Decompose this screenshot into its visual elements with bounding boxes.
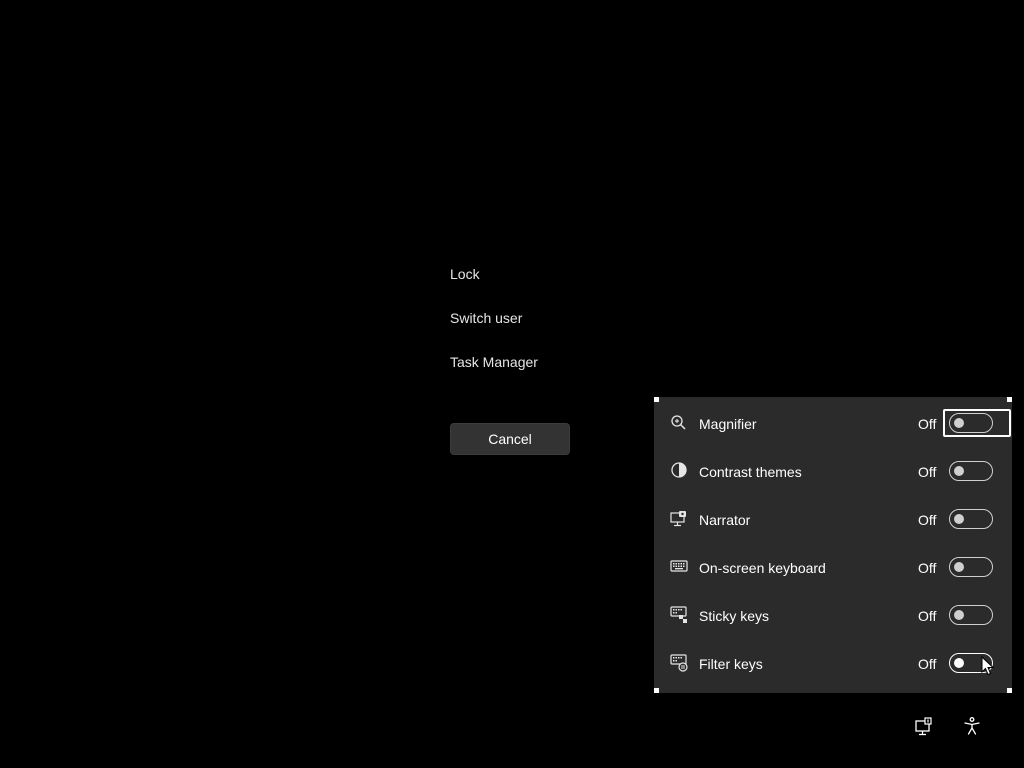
filter-keys-icon xyxy=(670,654,688,672)
accessibility-flyout: Magnifier Off Contrast themes Off Narrat… xyxy=(654,397,1012,693)
flyout-corner xyxy=(1007,688,1012,693)
filter-keys-row[interactable]: Filter keys Off xyxy=(654,638,1012,686)
magnifier-row[interactable]: Magnifier Off xyxy=(654,398,1012,446)
narrator-icon xyxy=(670,510,688,528)
accessibility-icon[interactable] xyxy=(962,716,982,736)
magnifier-label: Magnifier xyxy=(699,416,757,432)
on-screen-keyboard-row[interactable]: On-screen keyboard Off xyxy=(654,542,1012,590)
flyout-corner xyxy=(654,688,659,693)
lock-option[interactable]: Lock xyxy=(450,265,480,283)
contrast-themes-state: Off xyxy=(918,464,937,480)
sticky-keys-row[interactable]: Sticky keys Off xyxy=(654,590,1012,638)
toggle-knob xyxy=(954,417,964,428)
cancel-button[interactable]: Cancel xyxy=(450,423,570,455)
contrast-icon xyxy=(670,462,688,480)
toggle-knob xyxy=(954,561,964,572)
filter-keys-state: Off xyxy=(918,656,937,672)
narrator-toggle[interactable] xyxy=(949,509,993,529)
sticky-keys-state: Off xyxy=(918,608,937,624)
narrator-label: Narrator xyxy=(699,512,751,528)
contrast-themes-label: Contrast themes xyxy=(699,464,802,480)
narrator-row[interactable]: Narrator Off xyxy=(654,494,1012,542)
narrator-state: Off xyxy=(918,512,937,528)
sticky-keys-label: Sticky keys xyxy=(699,608,770,624)
on-screen-keyboard-toggle[interactable] xyxy=(949,557,993,577)
toggle-knob xyxy=(954,609,964,620)
switch-user-option[interactable]: Switch user xyxy=(450,309,522,327)
on-screen-keyboard-label: On-screen keyboard xyxy=(699,560,826,576)
sticky-keys-icon xyxy=(670,606,688,624)
toggle-knob xyxy=(954,465,964,476)
filter-keys-toggle[interactable] xyxy=(949,653,993,673)
magnifier-state: Off xyxy=(918,416,937,432)
keyboard-icon xyxy=(670,558,688,576)
task-manager-option[interactable]: Task Manager xyxy=(450,353,538,371)
magnifier-icon xyxy=(670,414,688,432)
toggle-knob xyxy=(954,657,964,668)
lock-screen: Lock Switch user Task Manager Cancel Mag… xyxy=(0,0,1024,768)
on-screen-keyboard-state: Off xyxy=(918,560,937,576)
toggle-knob xyxy=(954,513,964,524)
contrast-themes-row[interactable]: Contrast themes Off xyxy=(654,446,1012,494)
contrast-themes-toggle[interactable] xyxy=(949,461,993,481)
sticky-keys-toggle[interactable] xyxy=(949,605,993,625)
network-icon[interactable] xyxy=(914,716,934,736)
filter-keys-label: Filter keys xyxy=(699,656,763,672)
magnifier-toggle[interactable] xyxy=(949,413,993,433)
